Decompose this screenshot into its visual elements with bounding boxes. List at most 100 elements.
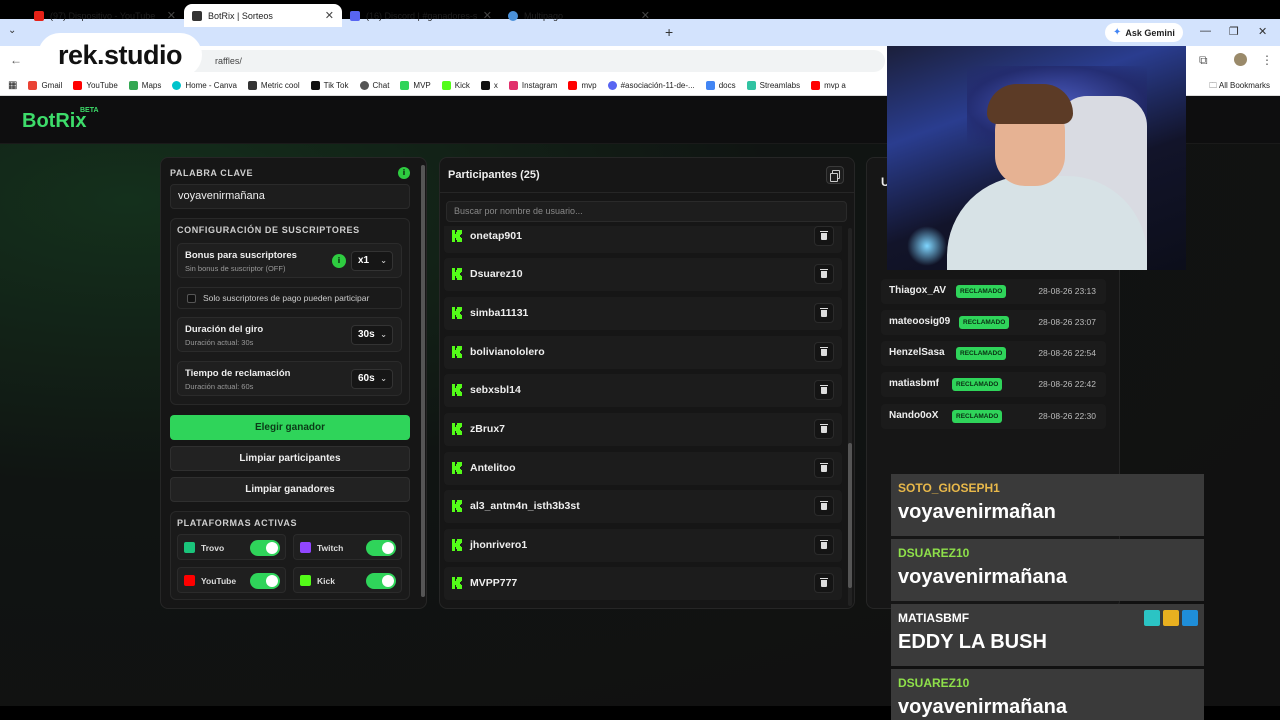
participant-row: zBrux7 xyxy=(444,413,842,446)
claim-time-select[interactable]: 60s ⌄ xyxy=(351,369,393,389)
delete-icon[interactable] xyxy=(814,226,834,246)
claimed-badge: RECLAMADO xyxy=(952,410,1003,423)
maps-icon xyxy=(128,81,138,90)
browser-menu-icon[interactable]: ⋮ xyxy=(1261,53,1273,67)
youtube-icon xyxy=(811,81,821,90)
claimed-badge: RECLAMADO xyxy=(956,285,1007,298)
info-icon[interactable]: i xyxy=(332,254,346,268)
twitch-toggle[interactable] xyxy=(366,540,396,556)
bookmark-x[interactable]: x xyxy=(480,81,498,90)
botrix-logo[interactable]: BotRix xyxy=(22,110,86,133)
bookmark-label: Streamlabs xyxy=(759,81,801,90)
active-platforms-title: PLATAFORMAS ACTIVAS xyxy=(177,518,298,528)
logo-text: rek.studio xyxy=(57,39,183,70)
youtube-toggle[interactable] xyxy=(250,573,280,589)
streamer-hair xyxy=(987,84,1073,124)
delete-icon[interactable] xyxy=(814,342,834,362)
paid-only-row[interactable]: Solo suscriptores de pago pueden partici… xyxy=(177,287,402,309)
all-bookmarks-label: All Bookmarks xyxy=(1218,81,1270,90)
platform-name: Kick xyxy=(317,576,335,586)
minimize-icon[interactable]: — xyxy=(1200,25,1211,37)
copy-icon[interactable] xyxy=(826,166,844,184)
chat-text: voyavenirmañana xyxy=(898,566,1067,588)
tab-botrix[interactable]: BotRix | Sorteos ✕ xyxy=(184,4,342,27)
winner-row: Nando0oX RECLAMADO 28-08-26 22:30 xyxy=(881,404,1106,429)
sub-bonus-select[interactable]: x1 ⌄ xyxy=(351,251,393,271)
bookmark-metricool[interactable]: Metric cool xyxy=(247,81,300,90)
tab-youtube[interactable]: (97) Dispositivo - YouTube ✕ xyxy=(26,4,184,27)
paid-only-checkbox[interactable] xyxy=(187,294,196,303)
kick-icon xyxy=(452,577,462,589)
profile-avatar[interactable] xyxy=(1234,53,1247,66)
close-tab-icon[interactable]: ✕ xyxy=(167,9,176,22)
kick-toggle[interactable] xyxy=(366,573,396,589)
tab-multipago[interactable]: Multipago ✕ xyxy=(500,4,658,27)
platform-kick: Kick xyxy=(293,567,402,593)
new-tab-icon[interactable]: + xyxy=(665,24,673,40)
bookmark-label: Home - Canva xyxy=(185,81,237,90)
bookmark-streamlabs[interactable]: Streamlabs xyxy=(746,81,801,90)
ask-gemini-button[interactable]: ✦ Ask Gemini xyxy=(1105,23,1183,42)
participant-name: bolivianololero xyxy=(470,346,545,358)
bookmark-instagram[interactable]: Instagram xyxy=(508,81,557,90)
extensions-icon[interactable]: ⧉ xyxy=(1199,53,1208,68)
discord-favicon-icon xyxy=(350,10,360,21)
keyword-input[interactable]: voyavenirmañana xyxy=(170,184,410,209)
delete-icon[interactable] xyxy=(814,535,834,555)
winner-row: Thiagox_AV RECLAMADO 28-08-26 23:13 xyxy=(881,279,1106,304)
bookmark-gmail[interactable]: Gmail xyxy=(28,81,62,90)
bookmark-discord[interactable]: #asociación-11-de-... xyxy=(607,81,695,90)
delete-icon[interactable] xyxy=(814,303,834,323)
spin-duration-select[interactable]: 30s ⌄ xyxy=(351,325,393,345)
bookmark-youtube[interactable]: YouTube xyxy=(73,81,118,90)
crown-icon xyxy=(1163,610,1179,626)
paid-only-label: Solo suscriptores de pago pueden partici… xyxy=(203,293,370,303)
delete-icon[interactable] xyxy=(814,573,834,593)
clear-winners-button[interactable]: Limpiar ganadores xyxy=(170,477,410,502)
participant-name: onetap901 xyxy=(470,230,522,242)
bookmark-mvp-youtube[interactable]: mvp xyxy=(568,81,597,90)
close-tab-icon[interactable]: ✕ xyxy=(641,9,650,22)
info-icon[interactable]: i xyxy=(398,167,410,179)
bookmark-mvp-a[interactable]: mvp a xyxy=(811,81,846,90)
back-icon[interactable]: ← xyxy=(10,53,22,67)
bookmark-label: mvp a xyxy=(824,81,846,90)
participants-scrollbar[interactable] xyxy=(848,228,852,606)
bookmark-maps[interactable]: Maps xyxy=(128,81,161,90)
bookmark-mvp[interactable]: MVP xyxy=(400,81,431,90)
all-bookmarks[interactable]: 🗀 All Bookmarks xyxy=(1209,80,1270,94)
bookmark-kick[interactable]: Kick xyxy=(441,81,470,90)
winner-date: 28-08-26 23:07 xyxy=(1038,317,1096,327)
bookmark-label: MVP xyxy=(413,81,431,90)
chevron-down-icon: ⌄ xyxy=(380,330,387,339)
delete-icon[interactable] xyxy=(814,419,834,439)
close-tab-icon[interactable]: ✕ xyxy=(483,9,492,22)
delete-icon[interactable] xyxy=(814,264,834,284)
pick-winner-button[interactable]: Elegir ganador xyxy=(170,415,410,440)
trovo-toggle[interactable] xyxy=(250,540,280,556)
youtube-favicon-icon xyxy=(34,10,44,21)
tab-search-icon[interactable]: ⌄ xyxy=(8,25,16,36)
delete-icon[interactable] xyxy=(814,380,834,400)
apps-grid-icon[interactable]: ▦ xyxy=(8,80,17,91)
bookmark-canva[interactable]: Home - Canva xyxy=(172,81,237,90)
bookmark-docs[interactable]: docs xyxy=(705,81,736,90)
delete-icon[interactable] xyxy=(814,496,834,516)
close-tab-icon[interactable]: ✕ xyxy=(325,9,334,22)
youtube-icon xyxy=(184,575,195,586)
bookmark-label: x xyxy=(493,81,498,90)
tab-discord[interactable]: (16) Discord | #ganadores-sorteo ✕ xyxy=(342,4,500,27)
rek-studio-logo: rek.studio xyxy=(38,33,202,77)
settings-scrollbar[interactable] xyxy=(421,165,425,597)
delete-icon[interactable] xyxy=(814,458,834,478)
streamlabs-icon xyxy=(746,81,756,90)
close-window-icon[interactable]: ✕ xyxy=(1258,25,1267,38)
sword-icon xyxy=(1182,610,1198,626)
winner-date: 28-08-26 22:42 xyxy=(1038,379,1096,389)
participant-search-input[interactable]: Buscar por nombre de usuario... xyxy=(446,201,847,222)
clear-participants-button[interactable]: Limpiar participantes xyxy=(170,446,410,471)
restore-icon[interactable]: ❐ xyxy=(1229,25,1239,38)
bookmark-tiktok[interactable]: Tik Tok xyxy=(310,81,349,90)
bookmark-chat[interactable]: Chat xyxy=(359,81,389,90)
platform-twitch: Twitch xyxy=(293,534,402,560)
